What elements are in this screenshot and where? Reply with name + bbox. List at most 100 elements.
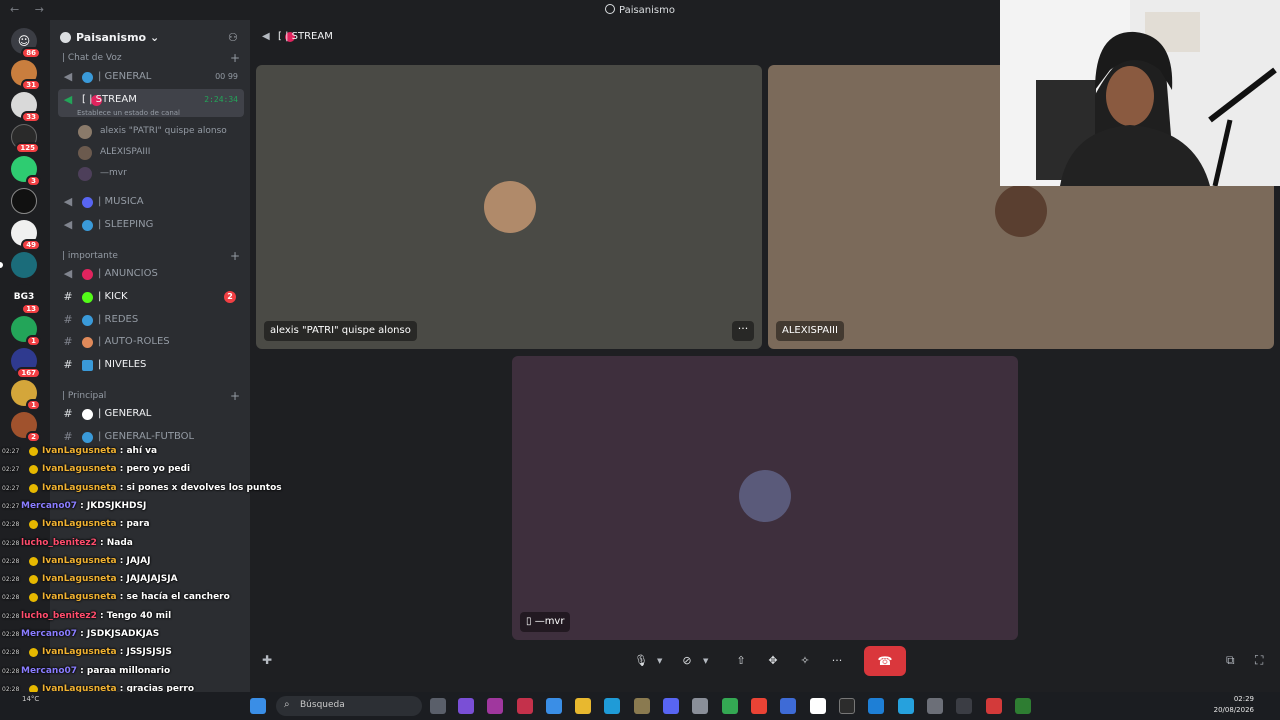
server-icon[interactable]: 49: [11, 220, 41, 251]
subscriber-badge-icon: [29, 520, 38, 530]
chat-username: IvanLagusneta: [42, 446, 117, 456]
activities-button[interactable]: ✥: [762, 650, 784, 672]
server-icon[interactable]: 33: [11, 92, 41, 123]
gear-icon[interactable]: [927, 698, 943, 714]
terminal-icon[interactable]: [839, 698, 855, 714]
task-view-icon[interactable]: [430, 698, 446, 714]
category-principal[interactable]: | Principal +: [62, 389, 240, 403]
channel-kick[interactable]: # | KICK 2: [58, 286, 244, 308]
zzz-icon: [82, 220, 93, 231]
chat-separator: :: [116, 519, 127, 530]
start-button[interactable]: [250, 698, 266, 714]
app-icon[interactable]: [956, 698, 972, 714]
channel-general-text[interactable]: # | GENERAL: [58, 403, 244, 425]
more-options-button[interactable]: ···: [732, 321, 754, 341]
channel-anuncios[interactable]: ◀ | ANUNCIOS: [58, 263, 244, 285]
server-icon[interactable]: 31: [11, 60, 41, 91]
soccer-ball-icon: [82, 432, 93, 443]
globe-icon: [82, 315, 93, 326]
server-icon[interactable]: 1: [11, 380, 41, 411]
disconnect-button[interactable]: ☎: [864, 646, 906, 676]
chrome-icon[interactable]: [751, 698, 767, 714]
app-icon[interactable]: [487, 698, 503, 714]
call-timer: 2:24:34: [204, 95, 238, 104]
channel-status[interactable]: Establece un estado de canal: [77, 109, 180, 117]
clock[interactable]: 02:29 20/08/2026: [1214, 694, 1254, 716]
channel-sleeping[interactable]: ◀ | SLEEPING: [58, 214, 244, 236]
chevron-down-icon: ⌄: [149, 31, 160, 44]
taskbar: 14°C ⌕ Búsqueda 02:29 20/08/2026: [0, 692, 1280, 720]
server-icon[interactable]: 167: [11, 348, 41, 379]
camera-off-button[interactable]: ⊘: [676, 650, 698, 672]
direct-messages-button[interactable]: ☺ 86: [11, 28, 41, 59]
server-icon[interactable]: 1: [11, 316, 41, 347]
app-icon[interactable]: [634, 698, 650, 714]
invite-icon[interactable]: ✚: [262, 653, 276, 667]
chevron-down-icon[interactable]: ▼: [657, 654, 665, 668]
channel-general-voice[interactable]: ◀ | GENERAL 00 99: [58, 66, 244, 88]
add-channel-icon[interactable]: +: [230, 389, 240, 403]
category-voice[interactable]: | Chat de Voz +: [62, 51, 240, 65]
add-channel-icon[interactable]: +: [230, 51, 240, 65]
chat-message-body: IvanLagusneta : para: [42, 519, 150, 529]
chat-username: lucho_benitez2: [21, 610, 97, 621]
server-icon[interactable]: 2: [11, 412, 41, 443]
app-icon[interactable]: [868, 698, 884, 714]
app-icon[interactable]: [898, 698, 914, 714]
chat-text: ahí va: [126, 446, 158, 456]
server-badge: 33: [21, 111, 41, 123]
participant-name: ALEXISPAIII: [776, 321, 844, 341]
microphone-button[interactable]: 🎙: [630, 650, 652, 672]
opera-icon[interactable]: [517, 698, 533, 714]
channel-niveles[interactable]: # | NIVELES: [58, 354, 244, 376]
taskbar-search[interactable]: ⌕ Búsqueda: [276, 696, 422, 716]
chat-message-body: IvanLagusneta : JAJAJAJSJA: [42, 574, 178, 584]
app-icon[interactable]: [986, 698, 1002, 714]
mention-badge: 2: [224, 291, 236, 303]
participant-name: alexis "PATRI" quispe alonso: [264, 321, 417, 341]
server-icon[interactable]: 3: [11, 156, 41, 187]
fullscreen-icon[interactable]: ⛶: [1255, 653, 1269, 667]
notion-icon[interactable]: [810, 698, 826, 714]
chat-text: Tengo 40 mil: [106, 610, 172, 621]
chat-timestamp: 02:28: [2, 667, 20, 675]
weather-widget[interactable]: 14°C: [22, 695, 39, 703]
calculator-icon[interactable]: [780, 698, 796, 714]
edge-icon[interactable]: [604, 698, 620, 714]
avatar: [995, 185, 1047, 237]
server-icon[interactable]: [11, 188, 37, 214]
discord-icon[interactable]: [663, 698, 679, 714]
voice-user-name: —mvr: [100, 168, 127, 178]
channel-musica[interactable]: ◀ | MUSICA: [58, 191, 244, 213]
channel-auto-roles[interactable]: # | AUTO-ROLES: [58, 331, 244, 353]
folder-icon[interactable]: [575, 698, 591, 714]
search-placeholder: Búsqueda: [300, 700, 345, 710]
server-header[interactable]: Paisanismo ⌄ ⚇: [50, 20, 250, 54]
server-icon[interactable]: BG3 13: [11, 284, 41, 315]
share-screen-button[interactable]: ⇧: [730, 650, 752, 672]
chrome-icon[interactable]: [722, 698, 738, 714]
participant-tile[interactable]: ▯ —mvr: [512, 356, 1018, 640]
store-icon[interactable]: [546, 698, 562, 714]
category-important[interactable]: | importante +: [62, 249, 240, 263]
server-icon[interactable]: 125: [11, 124, 40, 154]
server-icon[interactable]: [0, 252, 37, 278]
stream-chat-overlay: 02:27 IvanLagusneta : ahí va 02:27 IvanLagu…: [0, 444, 282, 720]
soundboard-button[interactable]: ✧: [794, 650, 816, 672]
invite-people-icon[interactable]: ⚇: [228, 31, 240, 44]
discord-window: ← → Paisanismo ☺ 86 31 33 125 3 49 BG3 13 …: [0, 0, 1280, 720]
clock-time: 02:29: [1233, 695, 1254, 703]
app-icon[interactable]: [1015, 698, 1031, 714]
chat-message-body: IvanLagusneta : pero yo pedi: [42, 464, 190, 474]
category-label: | Principal: [62, 391, 107, 401]
hash-icon: #: [63, 335, 73, 348]
add-channel-icon[interactable]: +: [230, 249, 240, 263]
chat-text: se hacía el canchero: [126, 592, 230, 603]
pen-icon[interactable]: [458, 698, 474, 714]
more-options-icon[interactable]: ···: [826, 650, 848, 672]
settings-icon[interactable]: [692, 698, 708, 714]
channel-redes[interactable]: # | REDES: [58, 309, 244, 331]
participant-tile[interactable]: alexis "PATRI" quispe alonso ···: [256, 65, 762, 349]
chevron-down-icon[interactable]: ▼: [703, 654, 711, 668]
popout-icon[interactable]: ⧉: [1226, 653, 1240, 667]
